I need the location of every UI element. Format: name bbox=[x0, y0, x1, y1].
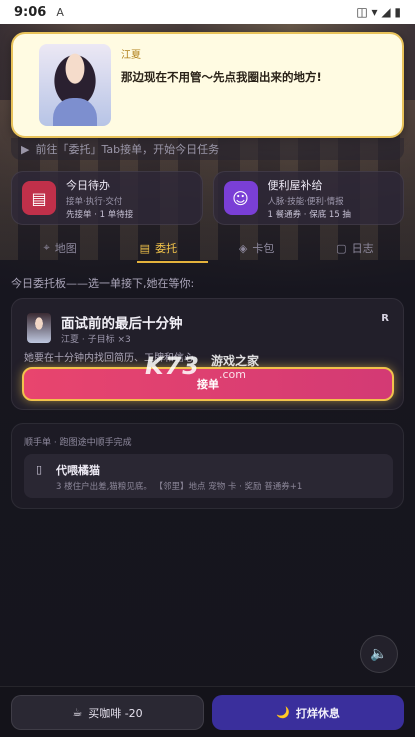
tab-commission[interactable]: ▤ 委托 bbox=[109, 234, 208, 263]
todo-card-status: 先接单 · 1 单待接 bbox=[66, 209, 134, 220]
dialogue-card[interactable]: 江夏 那边现在不用管～先点我圈出来的地方! bbox=[11, 32, 404, 138]
supply-card-sub: 人脉·技能·便利·情报 bbox=[267, 196, 344, 207]
close-shop-button[interactable]: 🌙 打烊休息 bbox=[212, 695, 404, 730]
log-icon: ▢ bbox=[336, 241, 347, 255]
tab-map[interactable]: ⌖ 地图 bbox=[11, 234, 109, 262]
supply-card-title: 便利屋补给 bbox=[267, 178, 323, 192]
buy-coffee-button[interactable]: ☕ 买咖啡 -20 bbox=[11, 695, 204, 730]
status-icons: ◫ ▾ ◢ ▮ bbox=[356, 5, 401, 19]
close-shop-label: 打烊休息 bbox=[295, 706, 340, 720]
status-time: 9:06 bbox=[14, 4, 47, 20]
mission-meta: 江夏 · 子目标 ×3 bbox=[61, 335, 131, 345]
speaker-icon: 🔈 bbox=[370, 646, 388, 662]
task-hint[interactable]: ▶ 前往「委托」Tab接单，开始今日任务 bbox=[11, 138, 404, 160]
people-icon: ☺ bbox=[223, 181, 258, 215]
map-pin-icon: ⌖ bbox=[43, 241, 50, 254]
accept-button[interactable]: 接单 bbox=[22, 367, 394, 401]
buy-coffee-label: 买咖啡 -20 bbox=[88, 706, 143, 720]
task-hint-text: 前往「委托」Tab接单，开始今日任务 bbox=[35, 143, 220, 156]
todo-card-title: 今日待办 bbox=[66, 178, 110, 192]
notification-a-icon: A bbox=[56, 5, 64, 19]
clipboard-icon: ▤ bbox=[22, 181, 56, 215]
dialogue-text-block: 江夏 那边现在不用管～先点我圈出来的地方! bbox=[121, 46, 322, 85]
clipboard-icon: ▤ bbox=[139, 241, 151, 255]
status-bar: 9:06 A ◫ ▾ ◢ ▮ bbox=[0, 0, 415, 24]
todo-card-sub: 接单·执行·交付 bbox=[66, 196, 123, 207]
tab-map-label: 地图 bbox=[54, 242, 77, 255]
character-portrait bbox=[39, 44, 111, 126]
tab-cards[interactable]: ◈ 卡包 bbox=[208, 234, 306, 262]
mission-description: 她要在十分钟内找回简历、工牌和信心 bbox=[24, 353, 194, 364]
supply-card[interactable]: ☺ 便利屋补给 人脉·技能·便利·情报 1 餐通券 · 保底 15 抽 bbox=[212, 171, 404, 225]
side-task-header: 顺手单 · 跑图途中顺手完成 bbox=[24, 438, 132, 448]
moon-icon: 🌙 bbox=[276, 706, 290, 719]
commission-intro: 今日委托板——选一单接下,她在等你: bbox=[11, 277, 195, 290]
speaker-name: 江夏 bbox=[121, 50, 141, 61]
play-arrow-icon: ▶ bbox=[21, 142, 30, 156]
dialogue-line: 那边现在不用管～先点我圈出来的地方! bbox=[121, 70, 322, 84]
quick-cards: ▤ 今日待办 接单·执行·交付 先接单 · 1 单待接 ☺ 便利屋补给 人脉·技… bbox=[11, 171, 404, 225]
mission-rank-badge: R bbox=[381, 313, 389, 324]
phone-icon: ▯ bbox=[36, 463, 43, 476]
tab-log-label: 日志 bbox=[351, 242, 374, 255]
tab-commission-label: 委托 bbox=[155, 242, 178, 255]
sound-toggle-button[interactable]: 🔈 bbox=[360, 635, 398, 673]
side-task-panel: 顺手单 · 跑图途中顺手完成 ▯ 代喂橘猫 3 楼住户出差,猫粮见底。 【邻里】… bbox=[11, 423, 404, 509]
side-task-item[interactable]: ▯ 代喂橘猫 3 楼住户出差,猫粮见底。 【邻里】地点 宠物 卡 · 奖励 普通… bbox=[24, 454, 393, 498]
side-task-desc: 3 楼住户出差,猫粮见底。 【邻里】地点 宠物 卡 · 奖励 普通券+1 bbox=[56, 482, 303, 492]
coffee-icon: ☕ bbox=[72, 706, 83, 719]
tab-bar: ⌖ 地图 ▤ 委托 ◈ 卡包 ▢ 日志 bbox=[11, 234, 404, 263]
tab-log[interactable]: ▢ 日志 bbox=[306, 234, 404, 262]
tab-cards-label: 卡包 bbox=[252, 242, 275, 255]
mission-avatar bbox=[27, 313, 51, 343]
mission-title: 面试前的最后十分钟 bbox=[61, 316, 183, 332]
todo-card[interactable]: ▤ 今日待办 接单·执行·交付 先接单 · 1 单待接 bbox=[11, 171, 203, 225]
supply-card-status: 1 餐通券 · 保底 15 抽 bbox=[267, 209, 351, 220]
cube-icon: ◈ bbox=[238, 241, 248, 255]
side-task-title: 代喂橘猫 bbox=[56, 464, 100, 477]
